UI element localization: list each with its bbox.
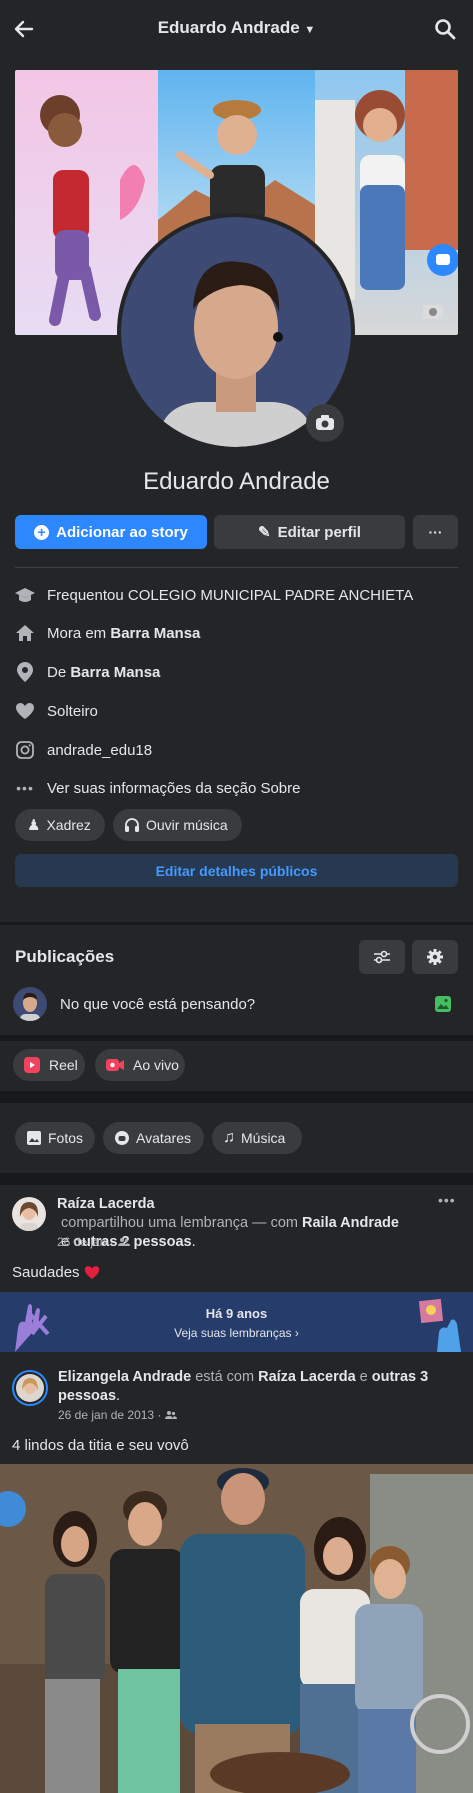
post-options-icon[interactable]: •••: [438, 1192, 456, 1208]
about-studied: Frequentou COLEGIO MUNICIPAL PADRE ANCHI…: [15, 584, 458, 606]
photo-icon[interactable]: [433, 994, 453, 1014]
memory-subtitle[interactable]: Veja suas lembranças ›: [0, 1326, 473, 1340]
separator: [0, 1173, 473, 1185]
post-photo[interactable]: [0, 1464, 473, 1793]
shared-author-link[interactable]: Elizangela Andrade: [58, 1369, 191, 1385]
home-icon: [15, 623, 35, 643]
ellipsis-icon: •••: [16, 780, 34, 796]
avatar-icon: [114, 1130, 130, 1146]
red-heart-icon: [84, 1265, 100, 1280]
post-author-link[interactable]: Raíza Lacerda: [57, 1196, 155, 1212]
edit-profile-button[interactable]: ✎ Editar perfil: [214, 515, 405, 549]
heart-icon: [15, 701, 35, 721]
publications-heading: Publicações: [15, 947, 115, 966]
about-see-more[interactable]: ••• Ver suas informações da seção Sobre: [15, 777, 458, 799]
post-author-avatar[interactable]: [12, 1197, 46, 1231]
location-pin-icon: [15, 662, 35, 682]
add-to-story-button[interactable]: + Adicionar ao story: [15, 515, 207, 549]
memory-photo-illustration: [418, 1298, 461, 1352]
top-bar: Eduardo Andrade ▼: [0, 0, 473, 58]
filter-music[interactable]: ♫ Música: [212, 1122, 302, 1154]
about-relationship: Solteiro: [15, 700, 458, 722]
headphones-icon: [124, 817, 140, 833]
more-options-button[interactable]: ···: [413, 515, 458, 549]
sliders-icon: [374, 950, 390, 964]
photos-icon: [26, 1130, 42, 1146]
filter-photos[interactable]: Fotos: [15, 1122, 95, 1154]
divider: [15, 567, 458, 568]
filter-settings-button[interactable]: [359, 940, 405, 974]
camera-icon: [316, 415, 334, 430]
live-button[interactable]: Ao vivo: [95, 1049, 185, 1081]
shared-header-text: Elizangela Andrade está com Raíza Lacerd…: [58, 1369, 429, 1404]
page-title[interactable]: Eduardo Andrade ▼: [0, 18, 473, 38]
post-date: 26 de jan ·: [57, 1235, 130, 1249]
friends-audience-icon: [165, 1410, 178, 1420]
post-text: Saudades: [12, 1264, 100, 1281]
search-icon[interactable]: [434, 18, 456, 40]
shared-tagged-link[interactable]: Raíza Lacerda: [258, 1369, 356, 1385]
graduation-cap-icon: [15, 585, 35, 605]
composer-input[interactable]: No que você está pensando?: [60, 996, 255, 1013]
hobby-chip-music[interactable]: Ouvir música: [113, 809, 242, 841]
chess-pawn-icon: ♟: [27, 817, 41, 834]
plus-circle-icon: +: [34, 524, 50, 540]
shared-post-text: 4 lindos da titia e seu vovô: [12, 1437, 189, 1454]
tagged-user-link[interactable]: Raila Andrade: [302, 1215, 399, 1231]
memory-title: Há 9 anos: [205, 1306, 268, 1321]
filter-avatars[interactable]: Avatares: [103, 1122, 204, 1154]
cover-camera-icon[interactable]: [420, 298, 446, 324]
pencil-icon: ✎: [258, 524, 271, 541]
post-settings-button[interactable]: [412, 940, 458, 974]
music-note-icon: ♫: [223, 1129, 235, 1146]
caret-down-icon[interactable]: ▼: [304, 24, 315, 36]
chevron-right-icon: ›: [294, 1326, 299, 1340]
friends-audience-icon: [117, 1237, 130, 1247]
separator: [0, 1091, 473, 1103]
edit-public-details-button[interactable]: Editar detalhes públicos: [15, 854, 458, 887]
about-instagram[interactable]: andrade_edu18: [15, 739, 458, 761]
instagram-icon: [15, 740, 35, 760]
live-video-icon: [105, 1057, 125, 1073]
about-from: De Barra Mansa: [15, 661, 458, 683]
profile-name: Eduardo Andrade: [143, 468, 330, 495]
reel-button[interactable]: Reel: [13, 1049, 85, 1081]
shared-author-avatar[interactable]: [12, 1370, 48, 1406]
composer-avatar[interactable]: [13, 987, 47, 1021]
reel-icon: [23, 1056, 41, 1074]
about-lives-in: Mora em Barra Mansa: [15, 622, 458, 644]
profile-camera-button[interactable]: [306, 404, 344, 442]
hobby-chip-chess[interactable]: ♟ Xadrez: [15, 809, 105, 841]
gear-icon: [427, 949, 443, 965]
shared-post-date: 26 de jan de 2013 ·: [58, 1408, 178, 1422]
memory-banner[interactable]: Há 9 anos Veja suas lembranças ›: [0, 1292, 473, 1352]
